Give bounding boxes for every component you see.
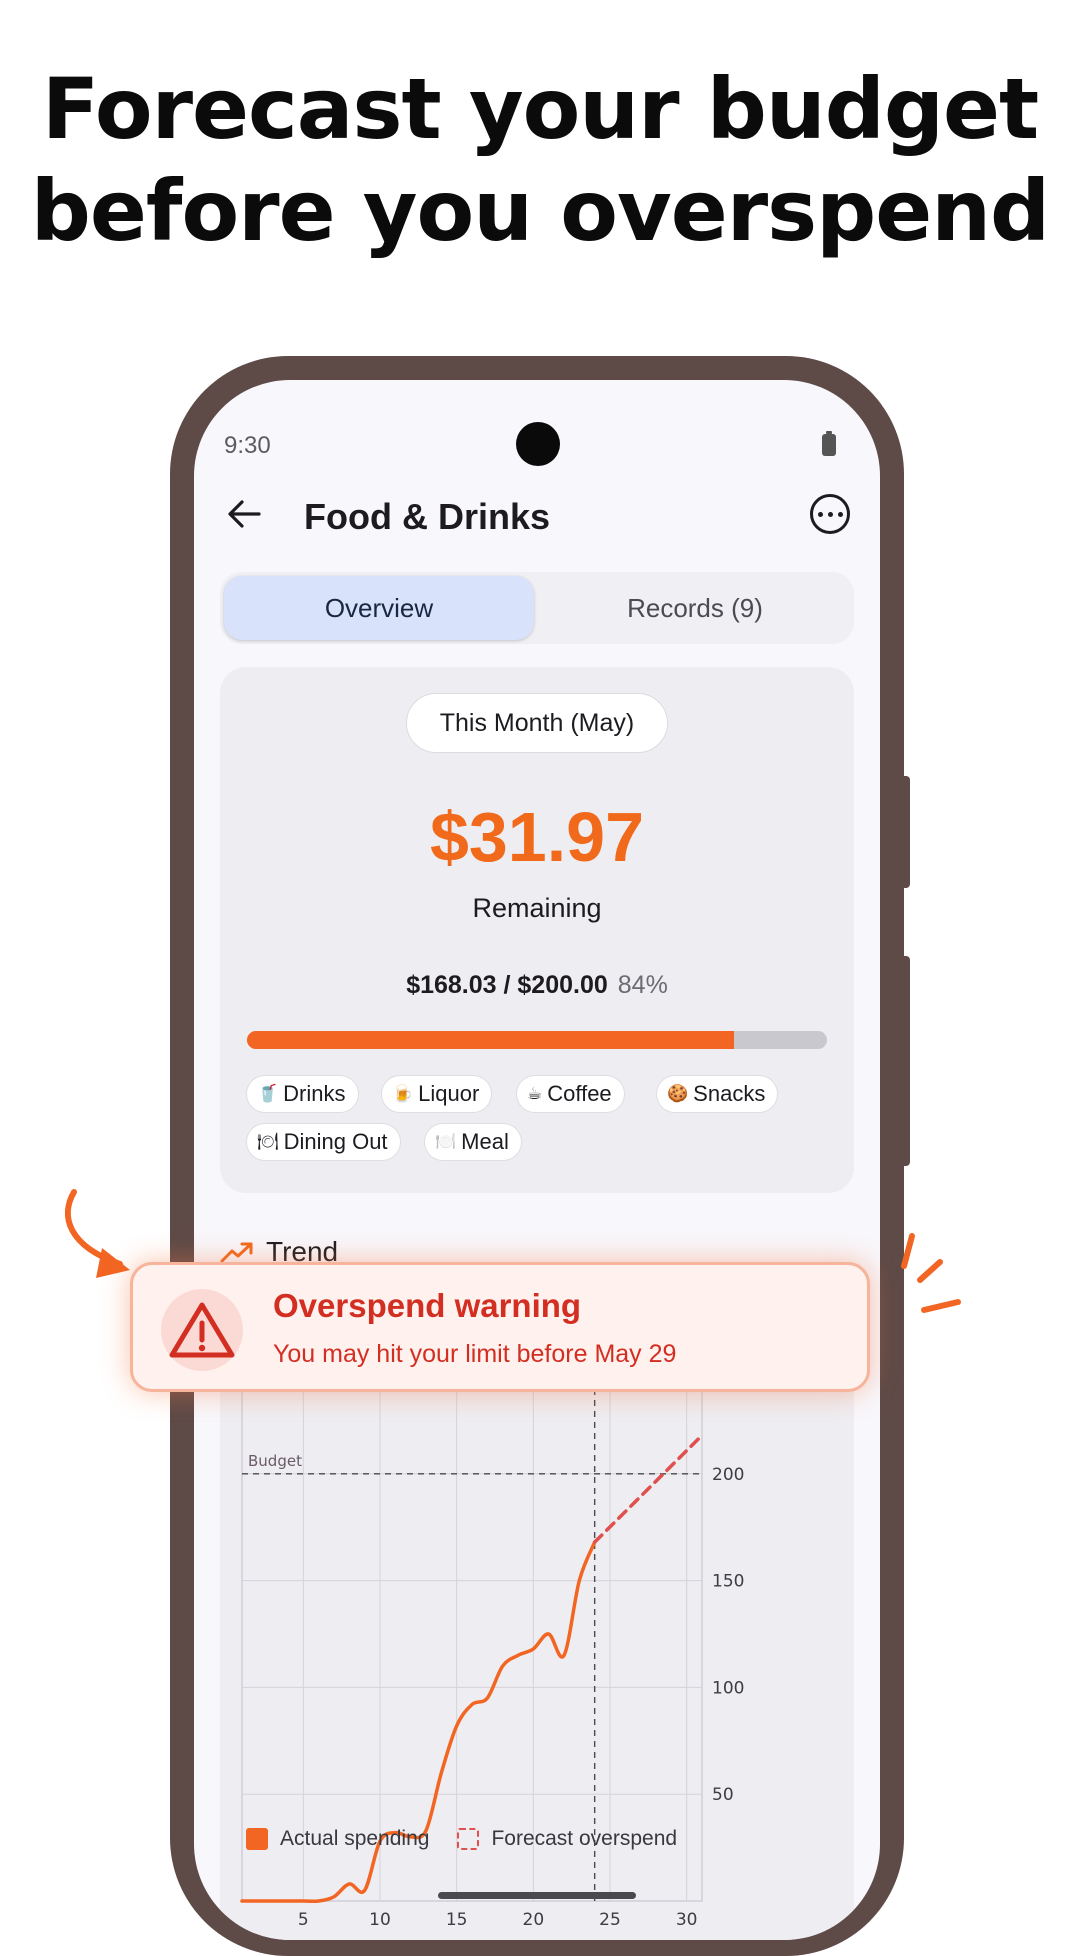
headline: Forecast your budget before you overspen… xyxy=(0,58,1080,262)
chip-label: Dining Out xyxy=(283,1129,388,1154)
category-chip-dining-out[interactable]: 🍽 Dining Out xyxy=(246,1123,401,1161)
tab-bar: Overview Records (9) xyxy=(220,572,854,644)
status-time: 9:30 xyxy=(224,432,271,459)
trending-up-icon xyxy=(220,1242,253,1263)
y-tick-label: 200 xyxy=(712,1465,744,1485)
drinks-icon: 🥤 xyxy=(257,1084,279,1103)
tab-overview[interactable]: Overview xyxy=(224,576,534,640)
more-options-button[interactable] xyxy=(810,494,850,534)
forecast-line xyxy=(592,1433,704,1544)
spent-percent: 84% xyxy=(617,971,668,999)
camera-cutout xyxy=(516,422,560,466)
category-chip-coffee[interactable]: ☕ Coffee xyxy=(516,1075,625,1113)
overspend-warning-banner[interactable]: Overspend warning You may hit your limit… xyxy=(130,1262,870,1392)
category-chip-snacks[interactable]: 🍪 Snacks xyxy=(656,1075,779,1113)
headline-line-2: before you overspend xyxy=(30,162,1050,260)
page-title: Food & Drinks xyxy=(304,496,551,537)
warning-title: Overspend warning xyxy=(273,1287,582,1324)
home-indicator[interactable] xyxy=(438,1892,636,1899)
legend-actual-label: Actual spending xyxy=(280,1827,430,1850)
phone-frame: 9:30 Food & Drinks Overview Records (9) … xyxy=(170,356,904,1956)
legend-forecast-swatch xyxy=(457,1828,480,1850)
warning-triangle-icon xyxy=(169,1302,235,1358)
x-tick-label: 10 xyxy=(369,1910,391,1930)
chip-label: Snacks xyxy=(693,1081,766,1106)
beer-icon: 🍺 xyxy=(392,1084,414,1103)
x-tick-label: 25 xyxy=(599,1910,621,1930)
burst-lines-icon xyxy=(901,1233,961,1313)
budget-progress-fill xyxy=(247,1031,735,1049)
coffee-icon: ☕ xyxy=(527,1084,543,1103)
chip-label: Coffee xyxy=(547,1081,612,1106)
remaining-amount: $31.97 xyxy=(429,798,645,876)
category-chip-meal[interactable]: 🍽️ Meal xyxy=(424,1123,522,1161)
budget-label: Budget xyxy=(248,1452,302,1470)
warning-message: You may hit your limit before May 29 xyxy=(273,1340,677,1368)
budget-progress-bar xyxy=(247,1031,827,1049)
more-horizontal-circle-icon xyxy=(817,511,823,517)
budget-summary-card: This Month (May) $31.97 Remaining $168.0… xyxy=(220,667,854,1193)
x-tick-label: 15 xyxy=(446,1910,468,1930)
spent-total: $168.03 / $200.00 xyxy=(406,971,608,999)
period-selector[interactable]: This Month (May) xyxy=(406,693,668,753)
chip-label: Drinks xyxy=(283,1081,346,1106)
tab-records[interactable]: Records (9) xyxy=(540,576,850,640)
plot-frame xyxy=(241,1366,703,1902)
phone-screen: 9:30 Food & Drinks Overview Records (9) … xyxy=(194,380,880,1940)
y-tick-label: 100 xyxy=(712,1678,744,1698)
callout-arrow-icon xyxy=(64,1189,130,1278)
spent-summary: $168.03 / $200.00 84% xyxy=(220,971,854,1000)
chart-legend: Actual spending Forecast overspend xyxy=(246,1827,677,1851)
arrow-left-icon xyxy=(228,500,261,528)
remaining-label: Remaining xyxy=(472,893,602,923)
dining-icon: 🍽 xyxy=(257,1132,279,1151)
category-chip-liquor[interactable]: 🍺 Liquor xyxy=(381,1075,493,1113)
plate-icon: 🍽️ xyxy=(435,1132,457,1151)
headline-line-1: Forecast your budget xyxy=(41,60,1039,158)
legend-actual-swatch xyxy=(246,1828,268,1850)
category-chip-drinks[interactable]: 🥤 Drinks xyxy=(246,1075,359,1113)
cookie-icon: 🍪 xyxy=(667,1084,689,1103)
back-button[interactable] xyxy=(222,492,266,536)
legend-forecast-label: Forecast overspend xyxy=(491,1827,678,1850)
battery-icon xyxy=(822,431,836,456)
y-tick-label: 50 xyxy=(712,1785,734,1805)
x-tick-label: 20 xyxy=(523,1910,545,1930)
chip-label: Meal xyxy=(461,1129,509,1154)
warning-icon-badge xyxy=(161,1289,243,1371)
y-tick-label: 150 xyxy=(712,1572,744,1592)
x-tick-label: 5 xyxy=(298,1910,309,1930)
x-tick-label: 30 xyxy=(676,1910,698,1930)
chip-label: Liquor xyxy=(418,1081,480,1106)
